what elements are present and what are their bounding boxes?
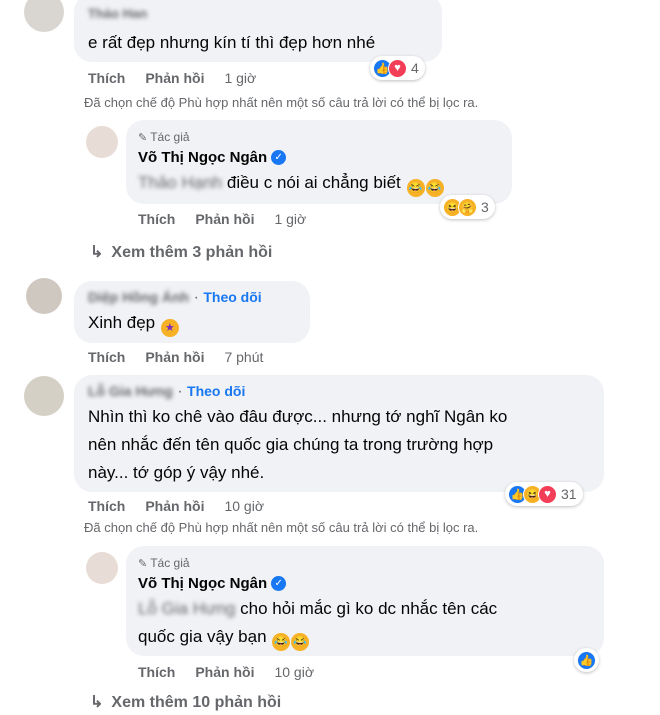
follow-button[interactable]: Theo dõi [203, 289, 261, 305]
comment-actions: Thích Phản hồi 10 giờ [88, 498, 284, 514]
view-more-replies[interactable]: ↳ Xem thêm 10 phản hồi [90, 692, 281, 712]
commenter-avatar[interactable] [24, 376, 64, 416]
like-button[interactable]: Thích [138, 664, 175, 680]
follow-separator: · [193, 289, 199, 306]
comment-actions: Thích Phản hồi 1 giờ [88, 70, 276, 86]
like-button[interactable]: Thích [88, 70, 125, 86]
verified-badge-icon: ✓ [271, 576, 287, 592]
reply-button[interactable]: Phản hồi [145, 349, 204, 365]
timestamp[interactable]: 1 giờ [274, 211, 306, 227]
like-button[interactable]: Thích [88, 498, 125, 514]
follow-separator: · [177, 383, 183, 400]
reaction-summary[interactable]: 👍 😆 ♥ 31 [505, 482, 583, 506]
reply-button[interactable]: Phản hồi [145, 70, 204, 86]
author-avatar[interactable] [86, 126, 118, 158]
view-more-replies[interactable]: ↳ Xem thêm 3 phản hồi [90, 242, 272, 262]
filter-note: Đã chọn chế độ Phù hợp nhất nên một số c… [84, 95, 479, 110]
star-struck-emoji-icon: ★ [160, 319, 179, 337]
comment-text: e rất đẹp nhưng kín tí thì đẹp hơn nhé [88, 33, 376, 52]
reaction-count: 3 [481, 199, 489, 215]
timestamp[interactable]: 1 giờ [224, 70, 256, 86]
reply-actions: Thích Phản hồi 10 giờ [138, 664, 334, 680]
reaction-count: 4 [411, 60, 419, 76]
reply-text-line: quốc gia vậy bạn 😂 😂 [138, 623, 592, 651]
reply-author: Võ Thị Ngọc Ngân ✓ [138, 575, 592, 593]
like-button[interactable]: Thích [138, 211, 175, 227]
reaction-summary[interactable]: 😆 🤗 3 [440, 195, 495, 219]
comment-bubble: Thảo Han e rất đẹp nhưng kín tí thì đẹp … [74, 0, 442, 62]
filter-note: Đã chọn chế độ Phù hợp nhất nên một số c… [84, 520, 479, 535]
timestamp[interactable]: 10 giờ [274, 664, 314, 680]
pencil-icon: ✎ [138, 558, 148, 570]
reply-author: Võ Thị Ngọc Ngân ✓ [138, 149, 500, 167]
comment-author-name[interactable]: Thảo Han [88, 6, 147, 21]
comment-bubble: Lỗ Gia Hưng · Theo dõi Nhìn thì ko chê v… [74, 375, 604, 492]
reply-author-name[interactable]: Võ Thị Ngọc Ngân [138, 575, 267, 592]
follow-button[interactable]: Theo dõi [187, 383, 245, 399]
pencil-icon: ✎ [138, 132, 148, 144]
commenter-avatar[interactable] [26, 278, 62, 314]
comment-bubble: Diệp Hồng Ánh · Theo dõi Xinh đẹp ★ [74, 281, 310, 343]
reply-text: Thảo Hạnh điều c nói ai chẳng biết 😂 😂 [138, 169, 500, 197]
reply-text-line: Lỗ Gia Hưng cho hỏi mắc gì ko dc nhắc tê… [138, 599, 498, 618]
laughing-emoji-icon: 😂 [406, 179, 425, 197]
commenter-avatar[interactable] [24, 0, 64, 32]
like-button[interactable]: Thích [88, 349, 125, 365]
laughing-emoji-icon: 😂 [425, 179, 444, 197]
laughing-emoji-icon: 😂 [272, 633, 291, 651]
like-reaction-icon: 👍 [577, 650, 596, 670]
comment-actions: Thích Phản hồi 7 phút [88, 349, 283, 365]
reply-bubble: ✎ Tác giả Võ Thị Ngọc Ngân ✓ Lỗ Gia Hưng c… [126, 546, 604, 656]
reply-author-name[interactable]: Võ Thị Ngọc Ngân [138, 149, 267, 166]
comment-author-name[interactable]: Lỗ Gia Hưng [88, 383, 173, 399]
reply-arrow-icon: ↳ [90, 244, 104, 261]
reaction-summary[interactable]: 👍 [574, 648, 599, 672]
reply-button[interactable]: Phản hồi [195, 211, 254, 227]
comment-text: Xinh đẹp ★ [88, 309, 296, 337]
timestamp[interactable]: 7 phút [224, 349, 263, 365]
reply-bubble: ✎ Tác giả Võ Thị Ngọc Ngân ✓ Thảo Hạnh điề… [126, 120, 512, 204]
love-reaction-icon: ♥ [388, 58, 407, 78]
reply-button[interactable]: Phản hồi [145, 498, 204, 514]
reaction-count: 31 [561, 486, 577, 502]
comment-author-name[interactable]: Diệp Hồng Ánh [88, 289, 189, 305]
author-tag: ✎ Tác giả [138, 130, 190, 144]
author-tag: ✎ Tác giả [138, 556, 190, 570]
reaction-summary[interactable]: 👍 ♥ 4 [370, 56, 425, 80]
comment-text-line: nên nhắc đến tên quốc gia chúng ta trong… [88, 435, 494, 454]
reply-actions: Thích Phản hồi 1 giờ [138, 211, 326, 227]
care-reaction-icon: 🤗 [458, 197, 477, 217]
reply-arrow-icon: ↳ [90, 694, 104, 711]
verified-badge-icon: ✓ [271, 150, 287, 166]
reply-button[interactable]: Phản hồi [195, 664, 254, 680]
love-reaction-icon: ♥ [538, 484, 557, 504]
timestamp[interactable]: 10 giờ [224, 498, 264, 514]
comment-text-line: Nhìn thì ko chê vào đâu được... nhưng tớ… [88, 407, 508, 426]
author-avatar[interactable] [86, 552, 118, 584]
laughing-emoji-icon: 😂 [291, 633, 310, 651]
